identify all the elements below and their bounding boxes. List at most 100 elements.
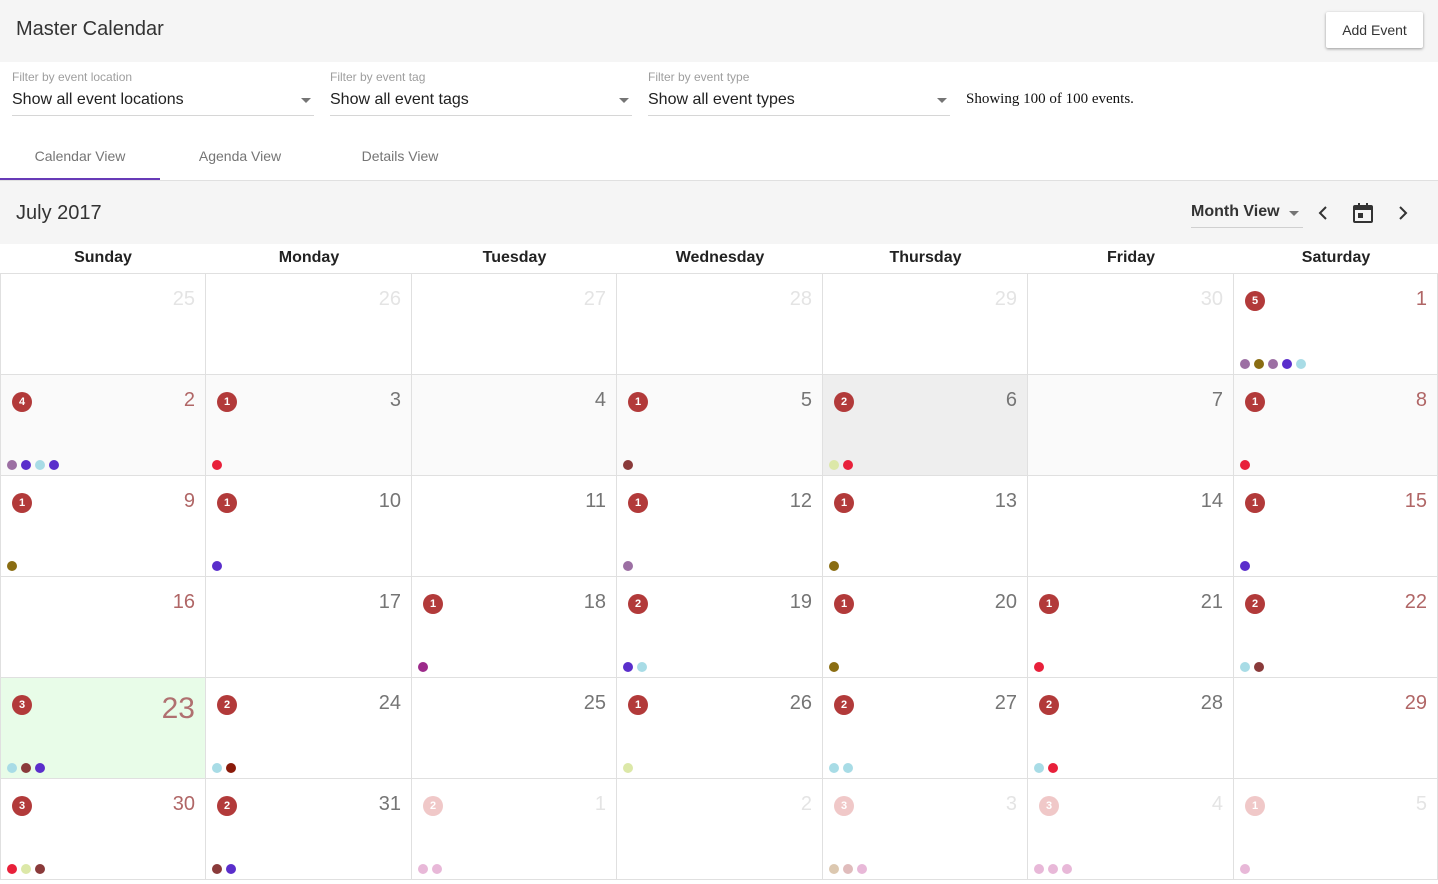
- event-dot[interactable]: [1034, 763, 1044, 773]
- day-cell[interactable]: 16: [0, 577, 206, 678]
- event-dot[interactable]: [21, 763, 31, 773]
- day-cell-today[interactable]: 23 3: [0, 678, 206, 779]
- day-cell[interactable]: 2: [617, 779, 823, 880]
- day-cell[interactable]: 13 1: [823, 476, 1028, 577]
- event-dot[interactable]: [623, 561, 633, 571]
- day-cell[interactable]: 29: [1234, 678, 1438, 779]
- day-cell[interactable]: 28: [617, 274, 823, 375]
- event-dot[interactable]: [21, 864, 31, 874]
- event-dot[interactable]: [1034, 662, 1044, 672]
- add-event-button[interactable]: Add Event: [1326, 12, 1423, 48]
- day-cell[interactable]: 31 2: [206, 779, 412, 880]
- event-dot[interactable]: [7, 763, 17, 773]
- event-dot[interactable]: [623, 460, 633, 470]
- event-dot[interactable]: [35, 864, 45, 874]
- event-dot[interactable]: [212, 864, 222, 874]
- day-cell[interactable]: 29: [823, 274, 1028, 375]
- day-cell[interactable]: 25: [0, 274, 206, 375]
- event-dot[interactable]: [1254, 662, 1264, 672]
- location-filter[interactable]: Filter by event location Show all event …: [12, 62, 314, 116]
- event-dot[interactable]: [49, 460, 59, 470]
- day-cell[interactable]: 17: [206, 577, 412, 678]
- event-dot[interactable]: [35, 460, 45, 470]
- event-dot[interactable]: [1254, 359, 1264, 369]
- day-cell[interactable]: 10 1: [206, 476, 412, 577]
- event-dot[interactable]: [418, 864, 428, 874]
- event-dot[interactable]: [829, 561, 839, 571]
- type-filter[interactable]: Filter by event type Show all event type…: [648, 62, 950, 116]
- day-cell[interactable]: 26: [206, 274, 412, 375]
- day-cell[interactable]: 28 2: [1028, 678, 1234, 779]
- event-dot[interactable]: [637, 662, 647, 672]
- day-cell[interactable]: 12: [412, 779, 617, 880]
- event-dot[interactable]: [623, 763, 633, 773]
- event-dot[interactable]: [418, 662, 428, 672]
- day-cell[interactable]: 19 2: [617, 577, 823, 678]
- next-month-button[interactable]: [1388, 198, 1418, 228]
- event-dot[interactable]: [1296, 359, 1306, 369]
- tag-filter[interactable]: Filter by event tag Show all event tags: [330, 62, 632, 116]
- event-dot[interactable]: [226, 864, 236, 874]
- event-dot[interactable]: [843, 864, 853, 874]
- day-cell[interactable]: 24: [0, 375, 206, 476]
- tab-details-view[interactable]: Details View: [320, 131, 480, 180]
- event-dot[interactable]: [1240, 662, 1250, 672]
- event-dot[interactable]: [226, 763, 236, 773]
- day-cell[interactable]: 25: [412, 678, 617, 779]
- day-cell[interactable]: 7: [1028, 375, 1234, 476]
- event-dot[interactable]: [857, 864, 867, 874]
- day-cell[interactable]: 15: [1234, 274, 1438, 375]
- day-cell[interactable]: 21 1: [1028, 577, 1234, 678]
- day-cell[interactable]: 81: [1234, 375, 1438, 476]
- event-dot[interactable]: [212, 763, 222, 773]
- day-cell[interactable]: 51: [617, 375, 823, 476]
- event-dot[interactable]: [843, 763, 853, 773]
- event-dot[interactable]: [35, 763, 45, 773]
- day-cell[interactable]: 31: [206, 375, 412, 476]
- event-dot[interactable]: [1240, 359, 1250, 369]
- view-mode-select[interactable]: Month View: [1191, 203, 1303, 228]
- event-dot[interactable]: [1240, 561, 1250, 571]
- event-dot[interactable]: [432, 864, 442, 874]
- event-dot[interactable]: [1062, 864, 1072, 874]
- day-cell[interactable]: 33: [823, 779, 1028, 880]
- day-cell[interactable]: 27 2: [823, 678, 1028, 779]
- today-button[interactable]: [1348, 198, 1378, 228]
- event-dot[interactable]: [829, 763, 839, 773]
- day-cell[interactable]: 18 1: [412, 577, 617, 678]
- event-dot[interactable]: [7, 864, 17, 874]
- event-dot[interactable]: [829, 864, 839, 874]
- event-dot[interactable]: [1240, 460, 1250, 470]
- day-cell[interactable]: 51: [1234, 779, 1438, 880]
- day-cell[interactable]: 20 1: [823, 577, 1028, 678]
- event-dot[interactable]: [1034, 864, 1044, 874]
- event-dot[interactable]: [829, 662, 839, 672]
- day-cell[interactable]: 11: [412, 476, 617, 577]
- event-dot[interactable]: [1048, 864, 1058, 874]
- day-cell[interactable]: 30: [1028, 274, 1234, 375]
- day-cell[interactable]: 26 1: [617, 678, 823, 779]
- day-cell[interactable]: 43: [1028, 779, 1234, 880]
- day-cell[interactable]: 4: [412, 375, 617, 476]
- day-cell[interactable]: 30 3: [0, 779, 206, 880]
- event-dot[interactable]: [212, 561, 222, 571]
- day-cell[interactable]: 14: [1028, 476, 1234, 577]
- event-dot[interactable]: [7, 460, 17, 470]
- day-cell[interactable]: 91: [0, 476, 206, 577]
- event-dot[interactable]: [212, 460, 222, 470]
- previous-month-button[interactable]: [1308, 198, 1338, 228]
- event-dot[interactable]: [1048, 763, 1058, 773]
- event-dot[interactable]: [1268, 359, 1278, 369]
- day-cell[interactable]: 15 1: [1234, 476, 1438, 577]
- tab-agenda-view[interactable]: Agenda View: [160, 131, 320, 180]
- tab-calendar-view[interactable]: Calendar View: [0, 131, 160, 180]
- day-cell[interactable]: 27: [412, 274, 617, 375]
- day-cell[interactable]: 12 1: [617, 476, 823, 577]
- day-cell[interactable]: 24 2: [206, 678, 412, 779]
- event-dot[interactable]: [1240, 864, 1250, 874]
- event-dot[interactable]: [843, 460, 853, 470]
- event-dot[interactable]: [623, 662, 633, 672]
- day-cell[interactable]: 62: [823, 375, 1028, 476]
- event-dot[interactable]: [21, 460, 31, 470]
- day-cell[interactable]: 22 2: [1234, 577, 1438, 678]
